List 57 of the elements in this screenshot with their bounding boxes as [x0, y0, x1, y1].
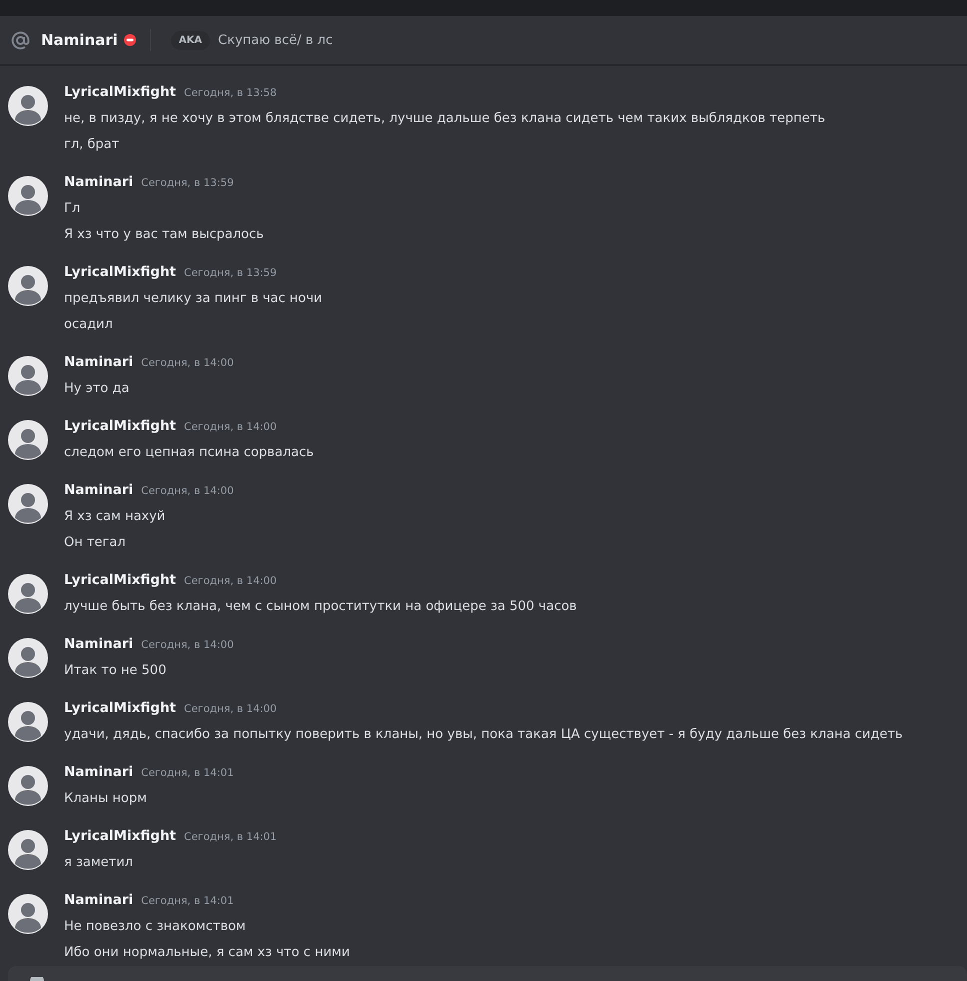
avatar[interactable] — [8, 894, 48, 934]
timestamp: Сегодня, в 14:00 — [141, 485, 234, 497]
author-name[interactable]: Naminari — [64, 482, 134, 498]
timestamp: Сегодня, в 14:01 — [184, 831, 277, 843]
message-text: Ну это да — [64, 380, 130, 398]
message-text: Я хз сам нахуй — [64, 508, 166, 526]
timestamp: Сегодня, в 14:01 — [141, 895, 234, 907]
timestamp: Сегодня, в 14:01 — [141, 767, 234, 779]
author-name[interactable]: Naminari — [64, 764, 134, 780]
avatar[interactable] — [8, 266, 48, 306]
message-text: удачи, дядь, спасибо за попытку поверить в кланы, но увы, пока такая ЦА существует - я буду дальше без клана сидеть — [64, 726, 903, 744]
avatar[interactable] — [8, 702, 48, 742]
user-name: Naminari — [41, 31, 118, 49]
message-text: осадил — [64, 316, 114, 334]
message-text: Ибо они нормальные, я сам хз что с ними — [64, 944, 350, 962]
author-name[interactable]: Naminari — [64, 174, 134, 190]
message-text: Он тегал — [64, 534, 127, 552]
timestamp: Сегодня, в 14:00 — [184, 575, 277, 587]
timestamp: Сегодня, в 14:00 — [141, 639, 234, 651]
timestamp: Сегодня, в 13:59 — [141, 177, 234, 189]
message-text: Гл — [64, 200, 82, 218]
aka-text: Скупаю всё/ в лс — [218, 32, 333, 48]
timestamp: Сегодня, в 14:00 — [184, 421, 277, 433]
timestamp: Сегодня, в 14:00 — [141, 357, 234, 369]
message-text: Итак то не 500 — [64, 662, 168, 680]
author-name[interactable]: Naminari — [64, 354, 134, 370]
avatar[interactable] — [8, 420, 48, 460]
message-text: я заметил — [64, 854, 134, 872]
message-text: гл, брат — [64, 136, 120, 154]
message-text: Я хз что у вас там высралось — [64, 226, 264, 244]
avatar[interactable] — [8, 356, 48, 396]
avatar[interactable] — [8, 484, 48, 524]
timestamp: Сегодня, в 13:59 — [184, 267, 277, 279]
author-name[interactable]: LyricalMixfight — [64, 700, 176, 716]
avatar[interactable] — [8, 766, 48, 806]
avatar[interactable] — [8, 830, 48, 870]
avatar[interactable] — [8, 638, 48, 678]
timestamp: Сегодня, в 13:58 — [184, 87, 277, 99]
author-name[interactable]: Naminari — [64, 636, 134, 652]
author-name[interactable]: LyricalMixfight — [64, 418, 176, 434]
aka-tag: AKA — [170, 30, 210, 50]
author-name[interactable]: LyricalMixfight — [64, 828, 176, 844]
message-text: лучше быть без клана, чем с сыном проститутки на офицере за 500 часов — [64, 598, 577, 616]
message-text: предъявил челику за пинг в час ночи — [64, 290, 322, 308]
avatar[interactable] — [8, 86, 48, 126]
message-text: не, в пизду, я не хочу в этом блядстве сидеть, лучше дальше без клана сидеть чем таких выблядков терпеть — [64, 110, 826, 128]
message-text: следом его цепная псина сорвалась — [64, 444, 314, 462]
avatar[interactable] — [8, 574, 48, 614]
author-name[interactable]: Naminari — [64, 892, 134, 908]
avatar[interactable] — [8, 176, 48, 216]
author-name[interactable]: LyricalMixfight — [64, 264, 176, 280]
mention-icon — [10, 30, 31, 50]
message-text: Кланы норм — [64, 790, 148, 808]
author-name[interactable]: LyricalMixfight — [64, 572, 176, 588]
timestamp: Сегодня, в 14:00 — [184, 703, 277, 715]
message-text: Не повезло с знакомством — [64, 918, 247, 936]
author-name[interactable]: LyricalMixfight — [64, 84, 176, 100]
